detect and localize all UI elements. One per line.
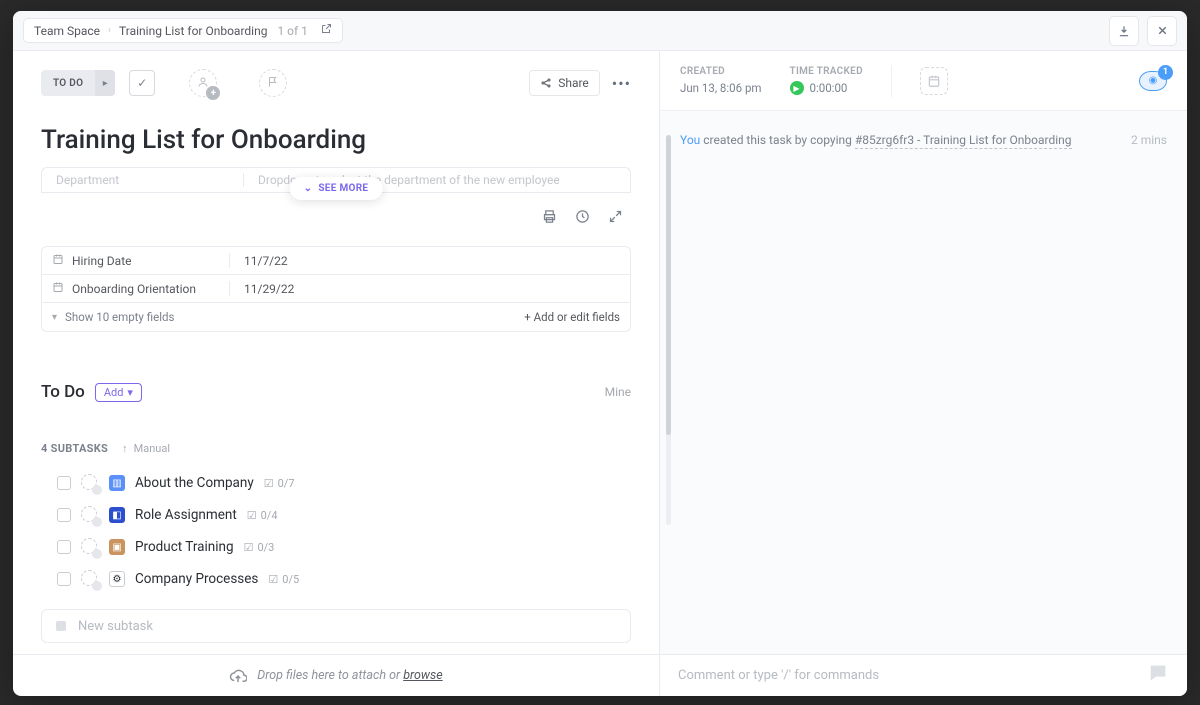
calendar-icon xyxy=(52,253,64,268)
custom-fields-table: Hiring Date 11/7/22 Onboarding Orientati… xyxy=(41,246,631,332)
progress-badge: ☑0/5 xyxy=(268,573,299,586)
popout-icon[interactable] xyxy=(320,23,332,38)
task-title[interactable]: Training List for Onboarding xyxy=(13,97,659,161)
add-subtask-button[interactable]: Add ▾ xyxy=(95,383,142,402)
time-tracked-label: TIME TRACKED xyxy=(790,66,863,77)
util-icons xyxy=(13,209,659,238)
building-icon: ▥ xyxy=(109,475,125,491)
activity-log: 2 mins You created this task by copying … xyxy=(660,111,1187,654)
attachment-dropzone[interactable]: Drop files here to attach or browse xyxy=(13,654,659,696)
square-icon xyxy=(56,621,66,631)
subtask-row[interactable]: ⚙ Company Processes ☑0/5 xyxy=(13,563,659,595)
caret-down-icon: ▾ xyxy=(127,386,133,399)
subtask-assignee-button[interactable] xyxy=(81,506,99,524)
topbar: Team Space › Training List for Onboardin… xyxy=(13,11,1187,51)
print-icon[interactable] xyxy=(542,209,557,228)
peek-col-1: Department xyxy=(42,173,244,187)
gear-icon: ⚙ xyxy=(109,571,125,587)
activity-source-link[interactable]: #85zrg6fr3 - Training List for Onboardin… xyxy=(855,133,1072,149)
chevron-down-icon: ⌄ xyxy=(304,183,313,194)
progress-badge: ☑0/4 xyxy=(247,509,278,522)
field-row-onboarding-orientation[interactable]: Onboarding Orientation 11/29/22 xyxy=(42,275,630,303)
created-value: Jun 13, 8:06 pm xyxy=(680,81,762,95)
mine-filter[interactable]: Mine xyxy=(605,385,631,399)
watchers-button[interactable]: ◉ 1 xyxy=(1139,71,1167,91)
new-subtask-input[interactable]: New subtask xyxy=(41,609,631,643)
expand-icon[interactable] xyxy=(608,209,623,228)
cloud-upload-icon xyxy=(229,667,247,685)
more-menu-button[interactable]: ••• xyxy=(612,74,631,93)
subtasks-sort[interactable]: ↑ Manual xyxy=(122,442,170,455)
share-button[interactable]: Share xyxy=(529,70,600,96)
subtask-checkbox[interactable] xyxy=(57,476,71,490)
description-peek: Department Dropdown to select the depart… xyxy=(41,167,631,209)
comment-icon[interactable] xyxy=(1147,662,1169,689)
flag-icon xyxy=(267,76,279,91)
progress-badge: ☑0/7 xyxy=(264,477,295,490)
browse-link[interactable]: browse xyxy=(403,668,443,683)
role-icon: ◧ xyxy=(109,507,125,523)
show-empty-fields[interactable]: Show 10 empty fields xyxy=(65,310,174,324)
task-toolbar: TO DO ▸ ✓ + xyxy=(13,51,659,97)
assignee-add-button[interactable]: + xyxy=(189,69,217,97)
breadcrumb[interactable]: Team Space › Training List for Onboardin… xyxy=(23,18,343,43)
breadcrumb-item[interactable]: Training List for Onboarding xyxy=(119,24,267,38)
scrollbar[interactable] xyxy=(666,135,671,525)
subtask-assignee-button[interactable] xyxy=(81,538,99,556)
mark-complete-button[interactable]: ✓ xyxy=(129,70,155,96)
section-name: To Do xyxy=(41,382,85,402)
subtask-checkbox[interactable] xyxy=(57,508,71,522)
close-button[interactable] xyxy=(1147,16,1177,46)
status-button[interactable]: TO DO ▸ xyxy=(41,70,115,96)
subtask-row[interactable]: ▥ About the Company ☑0/7 xyxy=(13,467,659,499)
task-stats: CREATED Jun 13, 8:06 pm TIME TRACKED ▶ 0… xyxy=(660,51,1187,111)
time-tracked-value: 0:00:00 xyxy=(810,81,848,95)
play-icon[interactable]: ▶ xyxy=(790,81,804,95)
arrow-up-icon: ↑ xyxy=(122,442,128,455)
field-row-hiring-date[interactable]: Hiring Date 11/7/22 xyxy=(42,247,630,275)
chevron-down-icon[interactable]: ▾ xyxy=(52,312,57,323)
add-edit-fields[interactable]: + Add or edit fields xyxy=(524,310,620,324)
share-icon xyxy=(540,77,552,89)
priority-flag-button[interactable] xyxy=(259,69,287,97)
due-date-button[interactable] xyxy=(920,67,948,95)
breadcrumb-count: 1 of 1 xyxy=(277,24,307,38)
activity-pane: CREATED Jun 13, 8:06 pm TIME TRACKED ▶ 0… xyxy=(660,51,1187,696)
box-icon: ▣ xyxy=(109,539,125,555)
status-next-icon[interactable]: ▸ xyxy=(95,70,115,96)
activity-actor: You xyxy=(680,133,700,147)
subtask-assignee-button[interactable] xyxy=(81,474,99,492)
subtasks-count: 4 SUBTASKS xyxy=(41,442,108,455)
activity-time: 2 mins xyxy=(1131,133,1167,147)
chevron-right-icon: › xyxy=(108,25,111,36)
subtask-row[interactable]: ▣ Product Training ☑0/3 xyxy=(13,531,659,563)
task-detail-pane: TO DO ▸ ✓ + xyxy=(13,51,660,696)
history-icon[interactable] xyxy=(575,209,590,228)
created-label: CREATED xyxy=(680,66,762,77)
subtask-checkbox[interactable] xyxy=(57,540,71,554)
subtask-assignee-button[interactable] xyxy=(81,570,99,588)
subtask-row[interactable]: ◧ Role Assignment ☑0/4 xyxy=(13,499,659,531)
comment-box[interactable]: Comment or type '/' for commands xyxy=(660,654,1187,696)
breadcrumb-space[interactable]: Team Space xyxy=(34,24,100,38)
progress-badge: ☑0/3 xyxy=(244,541,275,554)
subtask-checkbox[interactable] xyxy=(57,572,71,586)
calendar-icon xyxy=(52,281,64,296)
see-more-button[interactable]: ⌄ SEE MORE xyxy=(290,177,383,200)
subtasks-list: ▥ About the Company ☑0/7 ◧ Role Assignme… xyxy=(13,467,659,595)
minimize-button[interactable] xyxy=(1109,16,1139,46)
